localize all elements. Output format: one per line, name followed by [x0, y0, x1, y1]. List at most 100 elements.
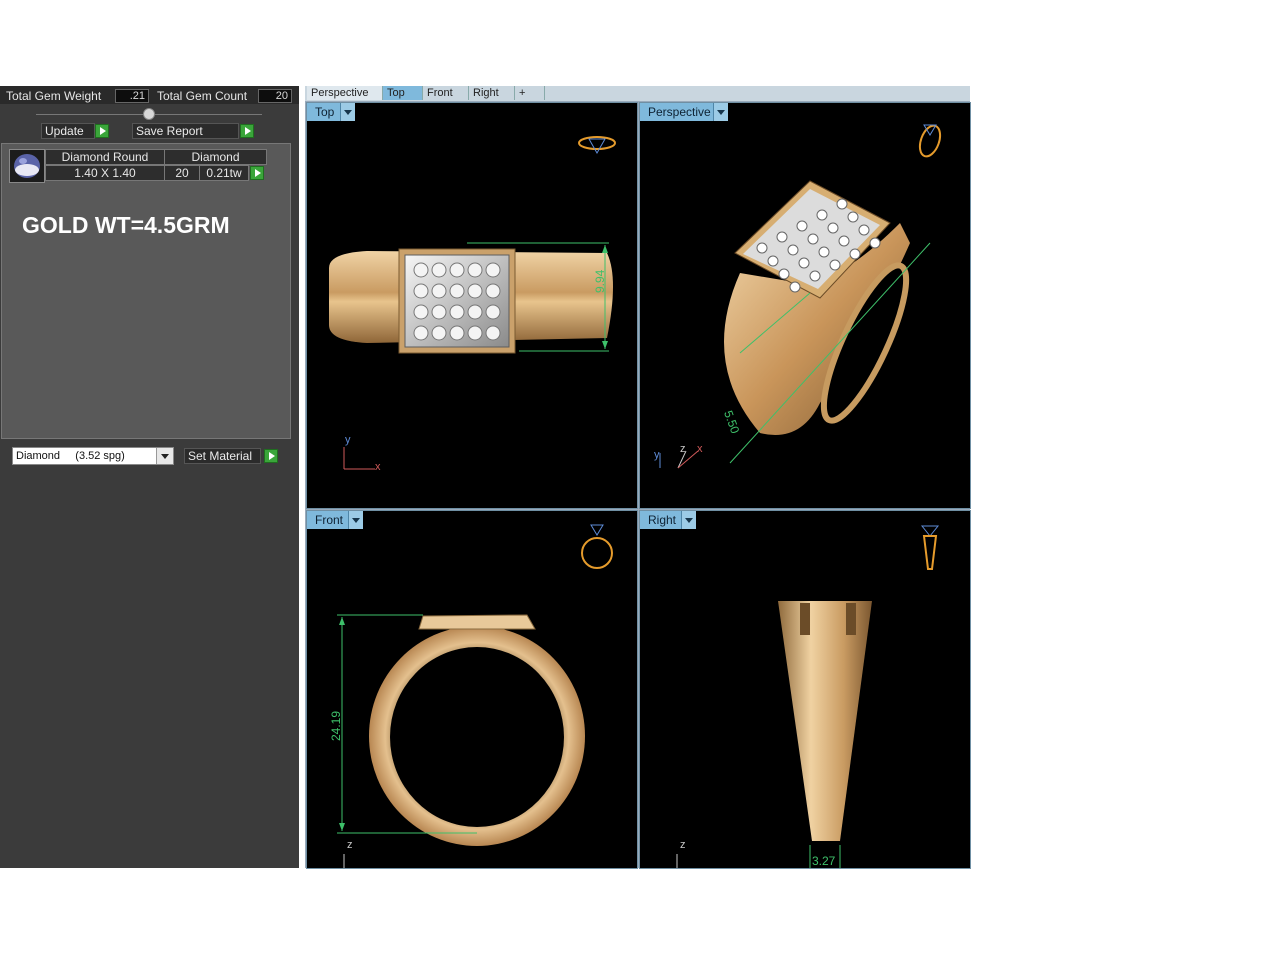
- viewport-label-perspective-text: Perspective: [648, 105, 711, 119]
- orientation-cube-icon[interactable]: [916, 123, 944, 159]
- stone: [796, 220, 808, 232]
- perspective-viewport[interactable]: 5.50 y z x Perspective: [639, 102, 971, 509]
- stone: [838, 235, 850, 247]
- gold-weight-note: GOLD WT=4.5GRM: [22, 212, 230, 238]
- gem-weight-cell: 0.21tw: [199, 165, 249, 181]
- stone: [413, 262, 429, 278]
- material-select[interactable]: Diamond (3.52 spg): [12, 447, 174, 465]
- total-gem-count-label: Total Gem Count: [157, 89, 248, 103]
- stone: [485, 304, 501, 320]
- stone: [787, 244, 799, 256]
- gem-count-cell: 20: [164, 165, 200, 181]
- gem-list-panel: Diamond Round Diamond 1.40 X 1.40 20 0.2…: [1, 143, 291, 439]
- stone: [413, 304, 429, 320]
- total-gem-weight-label: Total Gem Weight: [6, 89, 102, 103]
- viewport-area: Perspective Top Front Right + 9.94 y x T…: [305, 86, 971, 869]
- stone: [756, 242, 768, 254]
- stone: [485, 283, 501, 299]
- right-ring-render: [676, 525, 940, 868]
- stone: [467, 325, 483, 341]
- stone: [431, 262, 447, 278]
- set-material-go-icon[interactable]: [264, 449, 278, 463]
- stone: [485, 325, 501, 341]
- stone: [789, 281, 801, 293]
- collapse-toggle-icon[interactable]: [143, 108, 155, 120]
- total-gem-count-value: 20: [258, 89, 292, 103]
- material-select-value: Diamond (3.52 spg): [16, 450, 125, 462]
- stone: [776, 231, 788, 243]
- stone: [431, 325, 447, 341]
- right-axis-z: z: [680, 839, 686, 851]
- stone: [431, 283, 447, 299]
- stone: [816, 209, 828, 221]
- save-report-go-icon[interactable]: [240, 124, 254, 138]
- perspective-axis-z: z: [680, 443, 686, 455]
- tab-right[interactable]: Right: [469, 86, 515, 100]
- chevron-down-icon[interactable]: [681, 511, 696, 529]
- stone: [807, 233, 819, 245]
- front-axis-z: z: [347, 839, 353, 851]
- front-viewport[interactable]: 24.19 z Front: [306, 510, 638, 869]
- perspective-axis-x: x: [697, 443, 703, 455]
- orientation-cube-icon[interactable]: [578, 136, 616, 155]
- stone: [449, 304, 465, 320]
- viewport-label-front[interactable]: Front: [307, 511, 363, 529]
- stone: [449, 262, 465, 278]
- stone: [449, 283, 465, 299]
- gem-thumbnail-icon[interactable]: [9, 149, 45, 183]
- viewport-label-right[interactable]: Right: [640, 511, 696, 529]
- stone: [467, 304, 483, 320]
- stone: [836, 198, 848, 210]
- stone: [858, 224, 870, 236]
- top-axis-y: y: [345, 434, 351, 446]
- tab-top[interactable]: Top: [383, 86, 423, 100]
- view-tabs: Perspective Top Front Right +: [305, 86, 970, 101]
- stone: [829, 259, 841, 271]
- gem-size-cell: 1.40 X 1.40: [45, 165, 165, 181]
- chevron-down-icon[interactable]: [713, 103, 728, 121]
- gem-shape-cell: Diamond Round: [45, 149, 165, 165]
- right-viewport[interactable]: 3.27 z Right: [639, 510, 971, 869]
- gem-type-cell: Diamond: [164, 149, 267, 165]
- viewport-label-perspective[interactable]: Perspective: [640, 103, 728, 121]
- stone: [413, 283, 429, 299]
- stone: [467, 262, 483, 278]
- chevron-down-icon[interactable]: [348, 511, 363, 529]
- viewport-label-top-text: Top: [315, 105, 335, 119]
- front-ring-render: [337, 524, 613, 868]
- perspective-ring-render: [659, 123, 944, 469]
- tab-perspective[interactable]: Perspective: [307, 86, 383, 100]
- stone: [827, 222, 839, 234]
- stone: [847, 211, 859, 223]
- gem-properties-panel: Total Gem Weight .21 Total Gem Count 20 …: [0, 86, 299, 868]
- top-viewport[interactable]: 9.94 y x Top: [306, 102, 638, 509]
- total-gem-weight-value: .21: [115, 89, 149, 103]
- orientation-cube-icon[interactable]: [581, 524, 613, 569]
- stone: [818, 246, 830, 258]
- top-view-ring-render: [329, 136, 616, 470]
- stone: [778, 268, 790, 280]
- stone: [869, 237, 881, 249]
- right-dimension-label: 3.27: [812, 854, 836, 868]
- save-report-button[interactable]: Save Report: [132, 123, 239, 139]
- update-go-icon[interactable]: [95, 124, 109, 138]
- gem-row-go-icon[interactable]: [250, 166, 264, 180]
- perspective-axis-y: y: [654, 449, 660, 461]
- viewport-label-top[interactable]: Top: [307, 103, 355, 121]
- tab-add[interactable]: +: [515, 86, 545, 100]
- front-dimension-label: 24.19: [329, 710, 343, 741]
- orientation-cube-icon[interactable]: [920, 525, 940, 570]
- set-material-button[interactable]: Set Material: [184, 448, 261, 464]
- chevron-down-icon[interactable]: [156, 448, 173, 464]
- viewport-label-front-text: Front: [315, 513, 344, 527]
- update-button[interactable]: Update: [41, 123, 95, 139]
- chevron-down-icon[interactable]: [340, 103, 355, 121]
- top-axis-x: x: [375, 461, 381, 473]
- tab-front[interactable]: Front: [423, 86, 469, 100]
- viewport-label-right-text: Right: [648, 513, 677, 527]
- stone: [413, 325, 429, 341]
- stone: [449, 325, 465, 341]
- stone: [809, 270, 821, 282]
- stone: [849, 248, 861, 260]
- top-dimension-label: 9.94: [593, 269, 607, 293]
